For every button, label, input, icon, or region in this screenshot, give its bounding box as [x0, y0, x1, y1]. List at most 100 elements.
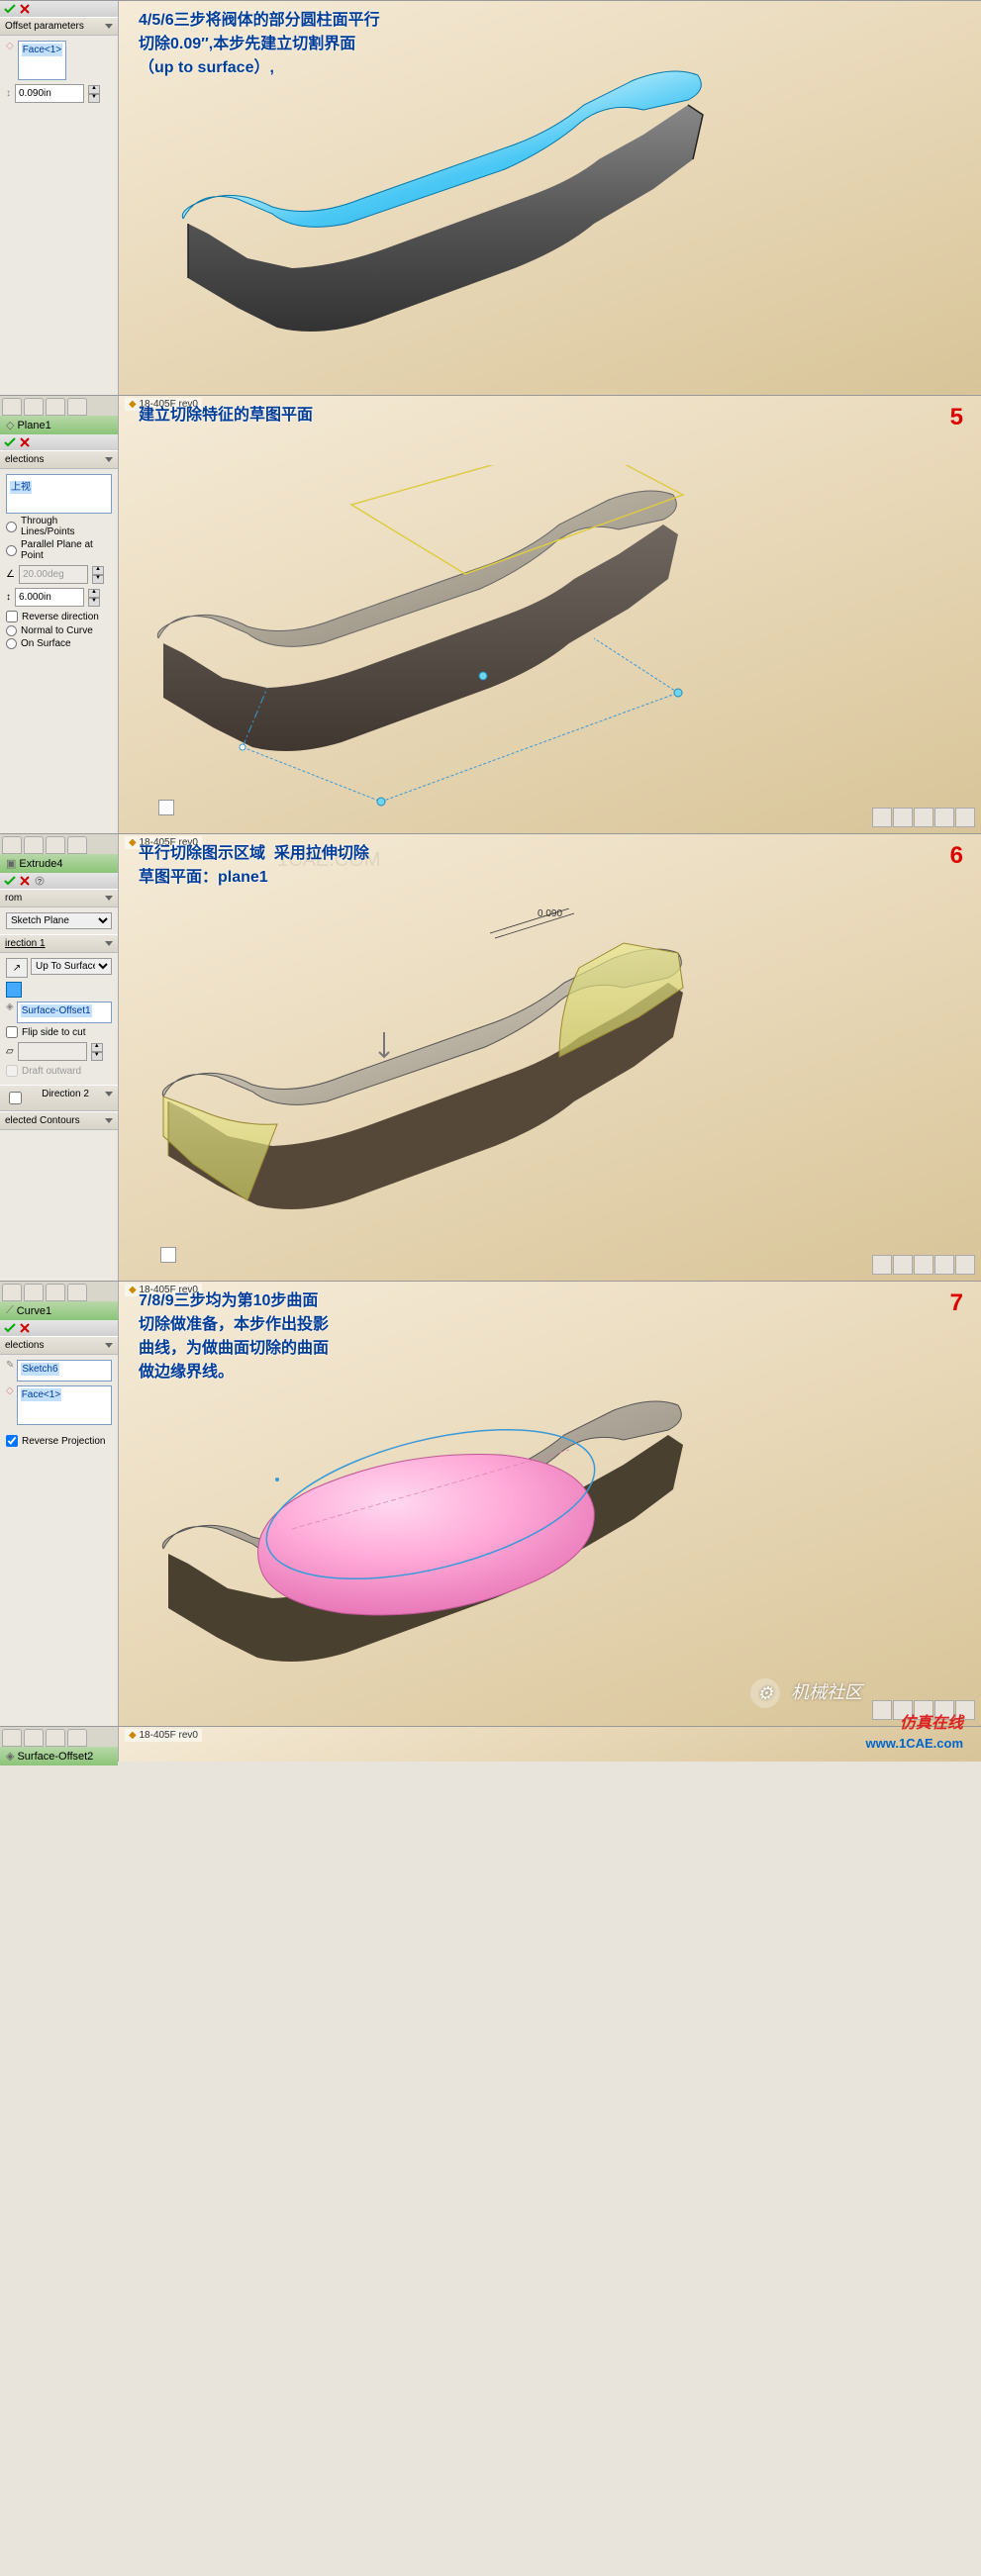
face-icon: ◇: [6, 1385, 14, 1425]
dist-spinner[interactable]: ▲▼: [88, 589, 100, 607]
reverse-dir-button[interactable]: ↗: [6, 958, 28, 978]
viewport-4[interactable]: 4/5/6三步将阀体的部分圆柱面平行 切除0.09″,本步先建立切割界面 （up…: [119, 1, 981, 395]
tab-2[interactable]: [24, 398, 44, 416]
panel-confirm-bar: [0, 1320, 118, 1336]
viewport-6[interactable]: ◆ 18-405F rev0 6 平行切除图示区域 采用拉伸切除 草图平面：pl…: [119, 834, 981, 1281]
feature-title-plane: ◇Plane1: [0, 416, 118, 434]
distance-icon: ↕: [6, 88, 11, 99]
step6-caption: 平行切除图示区域 采用拉伸切除 草图平面：plane1: [139, 842, 369, 890]
tab-3[interactable]: [46, 836, 65, 854]
valve-body-pink-face: [144, 1376, 698, 1717]
section-offset-params[interactable]: Offset parameters: [0, 17, 118, 36]
section-selections[interactable]: elections: [0, 450, 118, 469]
tab-3[interactable]: [46, 398, 65, 416]
panel-tabs: [0, 396, 118, 416]
cancel-icon[interactable]: [19, 3, 31, 15]
doc-name: ◆ 18-405F rev0: [125, 1729, 202, 1742]
panel-confirm-bar: ?: [0, 873, 118, 889]
ok-icon[interactable]: [4, 3, 16, 15]
vp-tool-1[interactable]: [872, 1700, 892, 1720]
cancel-icon[interactable]: [19, 875, 31, 887]
vp-tool-1[interactable]: [872, 1255, 892, 1275]
step-number-6: 6: [950, 842, 963, 870]
property-panel-4: Offset parameters ◇ Face<1> ↕ ▲▼: [0, 1, 119, 395]
feature-title-surface-offset: ◈Surface-Offset2: [0, 1747, 118, 1765]
face-selection-box[interactable]: Face<1>: [18, 41, 66, 80]
on-surface-radio[interactable]: [6, 638, 17, 649]
draft-spinner: ▲▼: [91, 1043, 103, 1061]
brand-watermark-1: ⚙ 机械社区: [750, 1678, 862, 1708]
ok-icon[interactable]: [4, 875, 16, 887]
ok-icon[interactable]: [4, 436, 16, 448]
end-condition-combo[interactable]: Up To Surface: [31, 958, 112, 975]
distance-input[interactable]: [15, 588, 84, 607]
flip-side-check[interactable]: [6, 1026, 18, 1038]
offset-distance-input[interactable]: [15, 84, 84, 103]
tab-3[interactable]: [46, 1729, 65, 1747]
tab-2[interactable]: [24, 836, 44, 854]
normal-curve-radio[interactable]: [6, 625, 17, 636]
view-marker: [160, 1247, 176, 1263]
tab-4[interactable]: [67, 398, 87, 416]
vp-tool-3[interactable]: [914, 1255, 933, 1275]
viewport-8[interactable]: ◆ 18-405F rev0: [119, 1727, 981, 1762]
face-color-icon: [6, 982, 22, 998]
property-panel-8: ◈Surface-Offset2: [0, 1727, 119, 1762]
vp-tool-3[interactable]: [914, 808, 933, 827]
section-from[interactable]: rom: [0, 889, 118, 907]
cancel-icon[interactable]: [19, 1322, 31, 1334]
tab-1[interactable]: [2, 836, 22, 854]
vp-tool-5[interactable]: [955, 1255, 975, 1275]
section-direction2[interactable]: Direction 2: [0, 1085, 118, 1111]
tab-4[interactable]: [67, 1284, 87, 1301]
vp-tool-2[interactable]: [893, 1255, 913, 1275]
angle-input: [19, 565, 88, 584]
sketch-selection-box[interactable]: Sketch6: [17, 1360, 112, 1382]
section-selections[interactable]: elections: [0, 1336, 118, 1355]
tab-4[interactable]: [67, 1729, 87, 1747]
vp-tool-2[interactable]: [893, 808, 913, 827]
cancel-icon[interactable]: [19, 436, 31, 448]
through-lines-radio[interactable]: [6, 522, 17, 532]
offset-spinner[interactable]: ▲▼: [88, 85, 100, 103]
valve-body-cut-preview: 0.090: [144, 908, 698, 1270]
direction2-enable-check[interactable]: [9, 1092, 22, 1104]
tab-4[interactable]: [67, 836, 87, 854]
plane-ref-box[interactable]: 上视: [6, 474, 112, 514]
surface-selection-box[interactable]: Surface-Offset1: [17, 1002, 112, 1023]
panel-confirm-bar: [0, 434, 118, 450]
viewport-toolbar: [872, 808, 975, 827]
tab-1[interactable]: [2, 398, 22, 416]
tab-2[interactable]: [24, 1284, 44, 1301]
surface-icon: ◈: [6, 1002, 14, 1023]
view-marker: [158, 800, 174, 815]
section-selected-contours[interactable]: elected Contours: [0, 1111, 118, 1130]
section-direction1[interactable]: irection 1: [0, 934, 118, 953]
step5-caption: 建立切除特征的草图平面: [139, 404, 313, 428]
reverse-dir-check[interactable]: [6, 611, 18, 622]
panel-tabs: [0, 834, 118, 854]
face-selection-box[interactable]: Face<1>: [17, 1385, 112, 1425]
panel-tabs: [0, 1727, 118, 1747]
tab-3[interactable]: [46, 1284, 65, 1301]
detail-icon[interactable]: ?: [34, 875, 46, 887]
property-panel-5: ◇Plane1 elections 上视 Through Lines/Point…: [0, 396, 119, 833]
vp-tool-4[interactable]: [934, 808, 954, 827]
angle-icon: ∠: [6, 569, 15, 580]
vp-tool-1[interactable]: [872, 808, 892, 827]
reverse-projection-check[interactable]: [6, 1435, 18, 1447]
feature-title-extrude: ▣Extrude4: [0, 854, 118, 873]
property-panel-7: ⟋Curve1 elections ✎Sketch6 ◇Face<1> Reve…: [0, 1282, 119, 1726]
viewport-7[interactable]: ◆ 18-405F rev0 7 7/8/9三步均为第10步曲面 切除做准备，本…: [119, 1282, 981, 1726]
draft-icon: ▱: [6, 1046, 14, 1057]
tab-2[interactable]: [24, 1729, 44, 1747]
vp-tool-5[interactable]: [955, 808, 975, 827]
dim-text: 0.090: [538, 908, 562, 919]
ok-icon[interactable]: [4, 1322, 16, 1334]
tab-1[interactable]: [2, 1284, 22, 1301]
viewport-5[interactable]: ◆ 18-405F rev0 5 建立切除特征的草图平面: [119, 396, 981, 833]
vp-tool-4[interactable]: [934, 1255, 954, 1275]
tab-1[interactable]: [2, 1729, 22, 1747]
from-combo[interactable]: Sketch Plane: [6, 912, 112, 929]
parallel-at-point-radio[interactable]: [6, 545, 17, 556]
